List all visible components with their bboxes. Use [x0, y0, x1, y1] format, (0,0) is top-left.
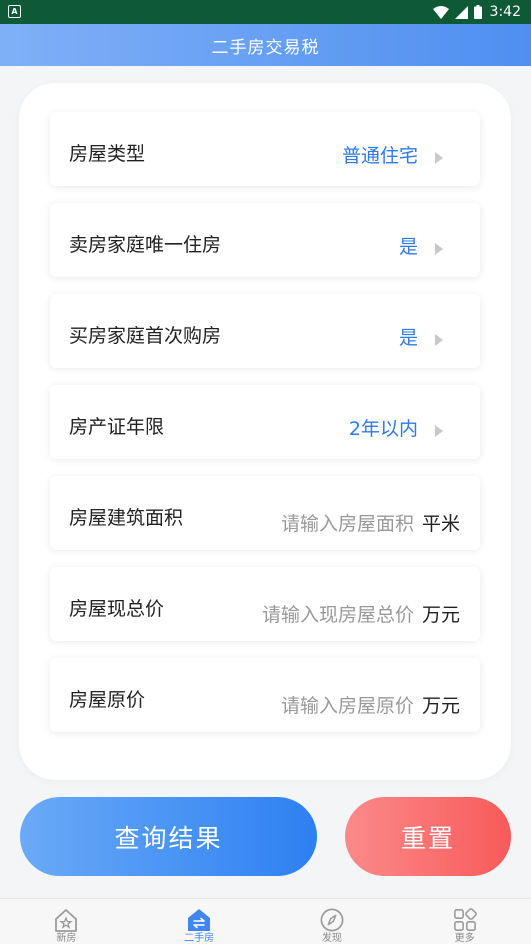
- current-price-unit: 万元: [421, 604, 460, 626]
- wifi-icon: [432, 5, 449, 19]
- grid-more-icon: [453, 908, 477, 931]
- nav-label-new-house: 新房: [56, 933, 77, 944]
- app-notification-icon: A: [8, 5, 21, 18]
- chevron-right-icon: [435, 243, 443, 255]
- nav-label-second-hand: 二手房: [184, 933, 215, 944]
- buyer-first-home-row[interactable]: 买房家庭首次购房 是: [50, 294, 480, 368]
- original-price-input-wrap: 万元: [263, 691, 460, 718]
- bottom-nav: 新房 二手房 发现 更多: [0, 898, 531, 944]
- current-price-input-wrap: 万元: [241, 600, 460, 627]
- original-price-unit: 万元: [421, 695, 460, 717]
- seller-only-home-row[interactable]: 卖房家庭唯一住房 是: [50, 203, 480, 277]
- house-type-row[interactable]: 房屋类型 普通住宅: [50, 112, 480, 186]
- reset-button[interactable]: 重置: [345, 797, 511, 876]
- nav-item-discover[interactable]: 发现: [266, 899, 399, 944]
- buyer-first-home-label: 买房家庭首次购房: [69, 325, 222, 347]
- chevron-right-icon: [435, 334, 443, 346]
- building-area-input-wrap: 平米: [233, 509, 460, 536]
- status-bar: A 3:42: [0, 0, 531, 24]
- compass-icon: [320, 908, 344, 932]
- original-price-input[interactable]: [263, 695, 414, 717]
- current-price-row: 房屋现总价 万元: [50, 567, 480, 641]
- house-star-icon: [55, 909, 78, 932]
- certificate-years-value[interactable]: 2年以内: [349, 420, 418, 439]
- building-area-unit: 平米: [421, 513, 460, 535]
- page-title: 二手房交易税: [211, 37, 320, 58]
- nav-item-second-hand[interactable]: 二手房: [133, 899, 266, 944]
- chevron-right-icon: [435, 152, 443, 164]
- nav-label-discover: 发现: [321, 933, 342, 944]
- house-type-label: 房屋类型: [69, 143, 146, 165]
- house-type-value[interactable]: 普通住宅: [342, 147, 418, 166]
- certificate-years-row[interactable]: 房产证年限 2年以内: [50, 385, 480, 459]
- signal-icon: [454, 5, 468, 19]
- nav-item-more[interactable]: 更多: [398, 899, 531, 944]
- building-area-row: 房屋建筑面积 平米: [50, 476, 480, 550]
- seller-only-home-value[interactable]: 是: [399, 238, 418, 257]
- nav-item-new-house[interactable]: 新房: [0, 899, 133, 944]
- chevron-right-icon: [435, 425, 443, 437]
- seller-only-home-label: 卖房家庭唯一住房: [69, 234, 222, 256]
- house-swap-icon: [188, 909, 211, 931]
- current-price-input[interactable]: [241, 604, 414, 626]
- certificate-years-label: 房产证年限: [69, 416, 165, 438]
- battery-icon: [473, 5, 482, 19]
- building-area-label: 房屋建筑面积: [69, 507, 184, 529]
- original-price-label: 房屋原价: [69, 689, 146, 711]
- buyer-first-home-value[interactable]: 是: [399, 329, 418, 348]
- building-area-input[interactable]: [233, 513, 414, 535]
- nav-label-more: 更多: [454, 933, 475, 944]
- original-price-row: 房屋原价 万元: [50, 658, 480, 732]
- query-result-button[interactable]: 查询结果: [20, 797, 317, 876]
- status-time: 3:42: [489, 4, 521, 20]
- app-header: 二手房交易税: [0, 24, 531, 66]
- current-price-label: 房屋现总价: [69, 598, 165, 620]
- form-card: 房屋类型 普通住宅 卖房家庭唯一住房 是 买房家庭首次购房 是 房产证年限 2年…: [19, 83, 511, 780]
- status-icons: 3:42: [432, 2, 521, 22]
